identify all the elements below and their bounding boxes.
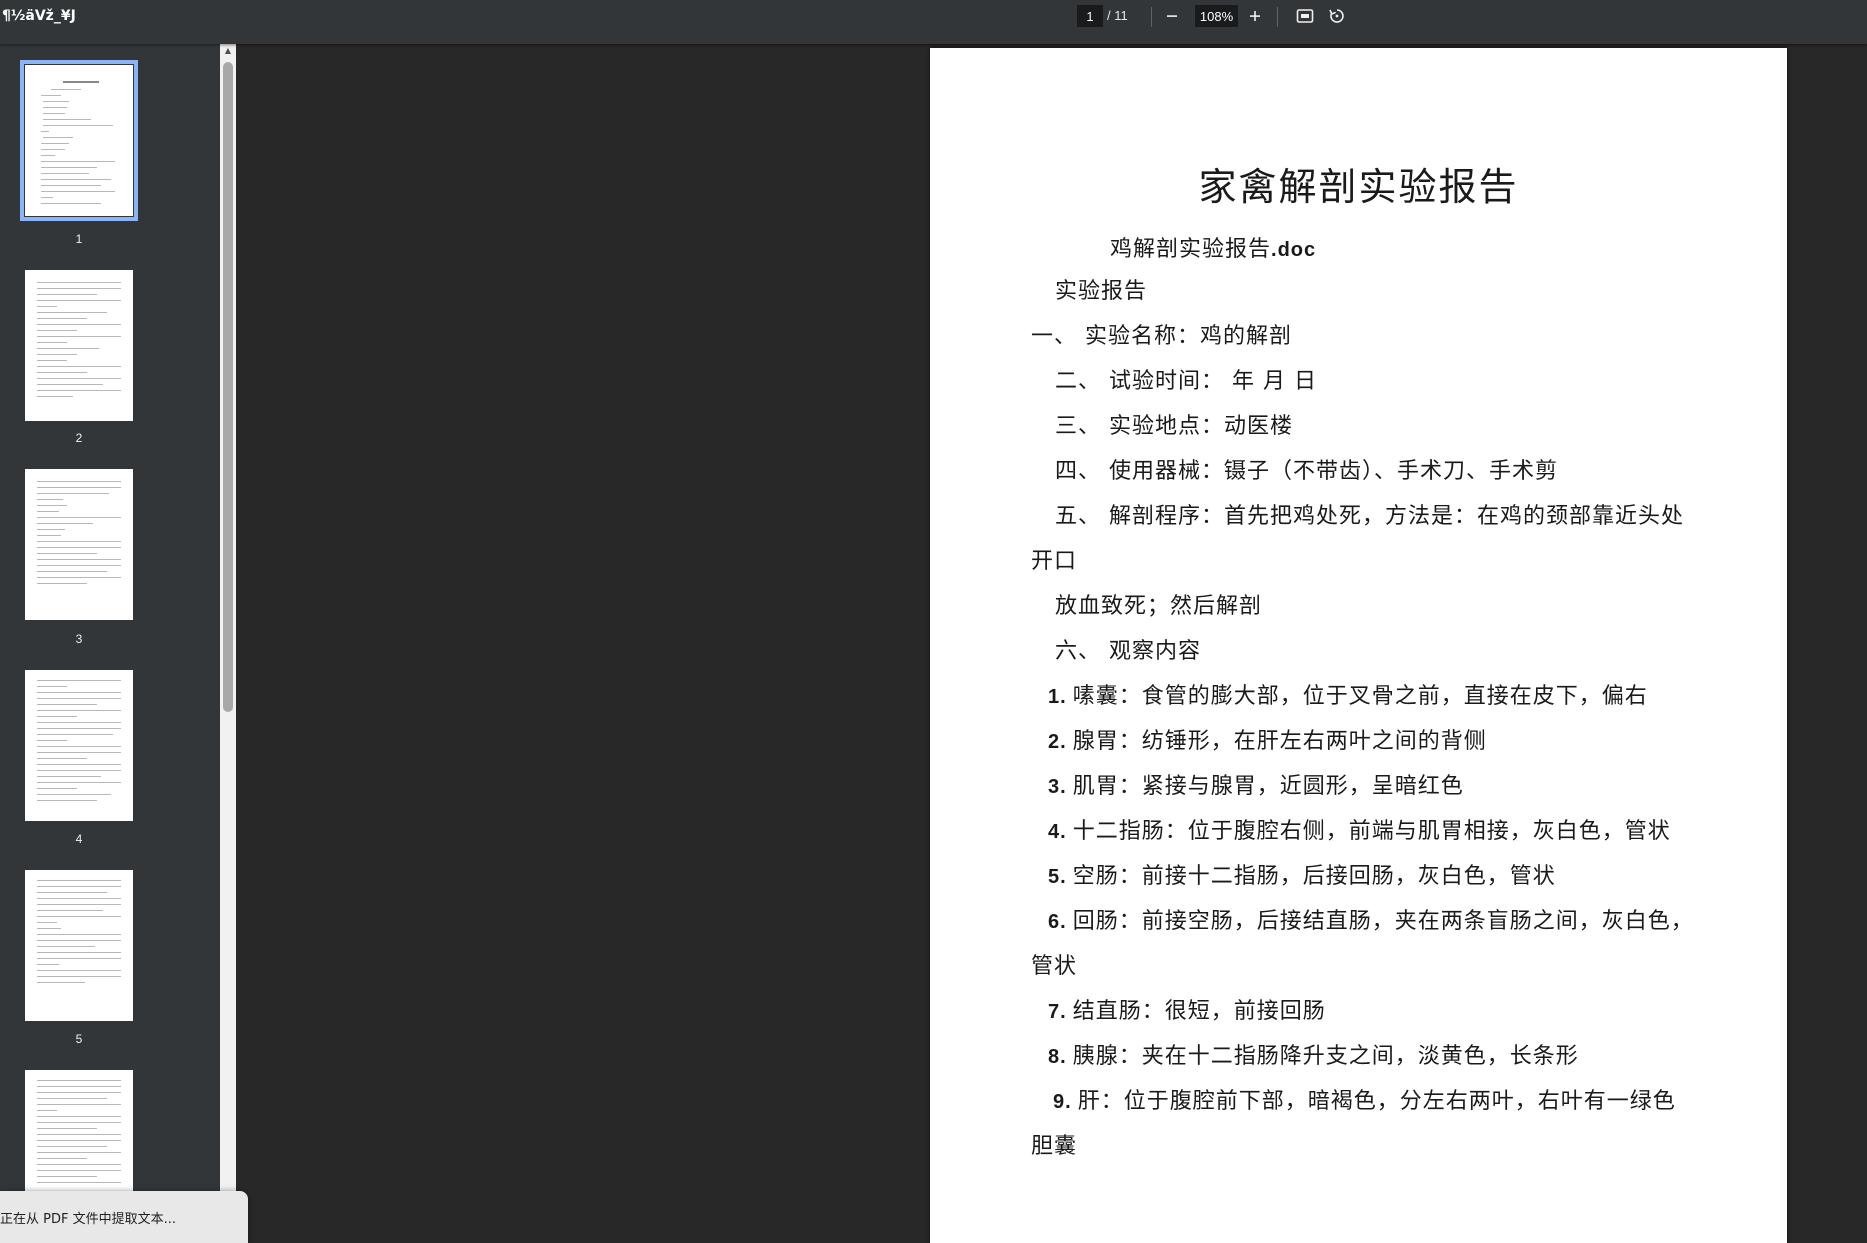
observation-item: 4. 十二指肠：位于腹腔右侧，前端与肌胃相接，灰白色，管状 (1048, 813, 1671, 845)
plus-icon (1250, 11, 1260, 21)
thumbnail-label: 5 (75, 1032, 83, 1046)
page-number-input[interactable] (1077, 5, 1103, 27)
observation-item: 管状 (1031, 948, 1077, 980)
page-total: / 11 (1107, 8, 1128, 23)
observation-item: 9. 肝：位于腹腔前下部，暗褐色，分左右两叶，右叶有一绿色 (1053, 1083, 1676, 1115)
thumbnail-page-1[interactable] (20, 60, 138, 221)
item-text: 管状 (1031, 954, 1078, 979)
pdf-viewer-area[interactable]: 家禽解剖实验报告 鸡解剖实验报告.doc 实验报告 一、 实验名称：鸡的解剖 二… (236, 44, 1867, 1243)
observation-item: 1. 嗉囊：食管的膨大部，位于叉骨之前，直接在皮下，偏右 (1048, 678, 1648, 710)
item-text: 空肠：前接十二指肠，后接回肠，灰白色，管状 (1072, 864, 1556, 889)
thumbnail-label: 4 (75, 832, 83, 846)
thumbnail-page-3[interactable] (25, 469, 133, 620)
item-text: 十二指肠：位于腹腔右侧，前端与肌胃相接，灰白色，管状 (1072, 819, 1671, 844)
item-text: 胆囊 (1031, 1134, 1078, 1159)
fit-page-icon (1296, 9, 1314, 23)
item-number: 6. (1048, 911, 1067, 933)
document-title: ¶½äVž_¥J (2, 8, 76, 24)
subtitle-text: 鸡解剖实验报告 (1110, 237, 1272, 262)
toolbar-divider (1151, 7, 1152, 27)
item-text: 腺胃：纺锤形，在肝左右两叶之间的背侧 (1072, 729, 1487, 754)
toast-message: 正在从 PDF 文件中提取文本... (0, 1212, 176, 1227)
pdf-toolbar: ¶½äVž_¥J / 11 (0, 0, 1867, 44)
document-line: 放血致死；然后解剖 (1055, 594, 1263, 619)
item-number: 9. (1053, 1091, 1072, 1113)
rotate-button[interactable] (1325, 4, 1349, 28)
document-line: 一、 实验名称：鸡的解剖 (1031, 324, 1292, 349)
document-heading: 家禽解剖实验报告 (1198, 165, 1519, 209)
item-number: 5. (1048, 866, 1067, 888)
thumbnail-label: 3 (75, 632, 83, 646)
zoom-in-button[interactable] (1243, 4, 1267, 28)
scroll-up-arrow-icon[interactable]: ▲ (221, 46, 235, 56)
document-line: 开口 (1031, 549, 1078, 574)
item-number: 2. (1048, 731, 1067, 753)
document-line: 四、 使用器械：镊子（不带齿）、手术刀、手术剪 (1055, 459, 1558, 484)
zoom-level-input[interactable] (1195, 5, 1238, 27)
item-text: 肝：位于腹腔前下部，暗褐色，分左右两叶，右叶有一绿色 (1077, 1089, 1676, 1114)
item-text: 嗉囊：食管的膨大部，位于叉骨之前，直接在皮下，偏右 (1072, 684, 1648, 709)
observation-item: 6. 回肠：前接空肠，后接结直肠，夹在两条盲肠之间，灰白色， (1048, 903, 1694, 935)
item-number: 4. (1048, 821, 1067, 843)
document-line: 六、 观察内容 (1055, 639, 1201, 664)
rotate-icon (1329, 9, 1344, 23)
thumbnail-sidebar: 1 2 3 4 5 (0, 44, 222, 1243)
pdf-page-1: 家禽解剖实验报告 鸡解剖实验报告.doc 实验报告 一、 实验名称：鸡的解剖 二… (930, 48, 1787, 1243)
thumbnail-page-5[interactable] (25, 870, 133, 1021)
document-line: 二、 试验时间： 年 月 日 (1055, 369, 1317, 394)
document-line: 三、 实验地点：动医楼 (1055, 414, 1293, 439)
thumbnail-label: 1 (75, 232, 83, 246)
thumbnail-page-4[interactable] (25, 670, 133, 821)
item-text: 胰腺：夹在十二指肠降升支之间，淡黄色，长条形 (1072, 1044, 1579, 1069)
extracting-text-toast: 正在从 PDF 文件中提取文本... (0, 1191, 248, 1243)
toolbar-divider (1277, 7, 1278, 27)
observation-item: 2. 腺胃：纺锤形，在肝左右两叶之间的背侧 (1048, 723, 1487, 755)
fit-page-button[interactable] (1293, 4, 1317, 28)
minus-icon (1167, 15, 1177, 17)
observation-item: 胆囊 (1031, 1128, 1077, 1160)
item-number: 7. (1048, 1001, 1067, 1023)
observation-item: 8. 胰腺：夹在十二指肠降升支之间，淡黄色，长条形 (1048, 1038, 1579, 1070)
observation-item: 3. 肌胃：紧接与腺胃，近圆形，呈暗红色 (1048, 768, 1464, 800)
observation-item: 7. 结直肠：很短，前接回肠 (1048, 993, 1326, 1025)
document-subtitle: 鸡解剖实验报告.doc (1110, 231, 1316, 263)
thumbnail-page-2[interactable] (25, 270, 133, 421)
item-text: 肌胃：紧接与腺胃，近圆形，呈暗红色 (1072, 774, 1464, 799)
subtitle-extension: .doc (1271, 239, 1317, 261)
item-text: 结直肠：很短，前接回肠 (1072, 999, 1326, 1024)
observation-item: 5. 空肠：前接十二指肠，后接回肠，灰白色，管状 (1048, 858, 1556, 890)
document-line: 实验报告 (1055, 279, 1148, 304)
item-number: 8. (1048, 1046, 1067, 1068)
item-number: 1. (1048, 686, 1067, 708)
sidebar-scrollbar-thumb[interactable] (223, 62, 233, 712)
thumbnail-label: 2 (75, 431, 83, 445)
zoom-out-button[interactable] (1160, 4, 1184, 28)
document-line: 五、 解剖程序：首先把鸡处死，方法是：在鸡的颈部靠近头处 (1055, 504, 1684, 529)
item-number: 3. (1048, 776, 1067, 798)
item-text: 回肠：前接空肠，后接结直肠，夹在两条盲肠之间，灰白色， (1072, 909, 1694, 934)
